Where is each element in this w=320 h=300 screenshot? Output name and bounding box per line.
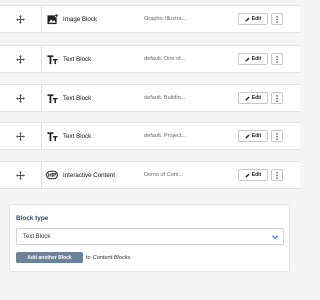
block-summary: Demo of Cont...	[144, 172, 184, 178]
block-type-label: Text Block	[63, 94, 92, 102]
block-row-text: Text Block default. One of... Edit	[0, 45, 300, 73]
text-icon	[46, 92, 58, 104]
edit-button-label: Edit	[251, 16, 262, 22]
block-type-label: Text Block	[63, 55, 92, 63]
block-summary: default. One of...	[144, 56, 186, 62]
text-icon	[46, 53, 58, 65]
block-type-label: Block type	[16, 215, 49, 222]
edit-button[interactable]: Edit	[238, 92, 268, 104]
pencil-icon	[245, 134, 250, 138]
edit-button-label: Edit	[251, 172, 262, 178]
vertical-ellipsis-icon	[276, 94, 278, 102]
block-type-label: Text Block	[63, 132, 92, 140]
text-icon	[46, 130, 58, 142]
more-options-button[interactable]	[271, 92, 283, 104]
h5p-icon	[46, 169, 58, 181]
pencil-icon	[245, 57, 250, 61]
edit-button[interactable]: Edit	[238, 169, 268, 181]
block-type-select[interactable]: Text Block	[16, 228, 284, 245]
vertical-ellipsis-icon	[276, 55, 278, 63]
block-row-text: Text Block default. Project... Edit	[0, 122, 300, 150]
drag-handle-icon[interactable]	[0, 85, 42, 111]
add-block-panel: Block type Text Block Add another Block …	[9, 204, 290, 272]
add-target-text: to Content Blocks	[86, 252, 130, 263]
block-summary: default. Project...	[144, 133, 186, 139]
drag-handle-icon[interactable]	[0, 46, 42, 72]
edit-button-label: Edit	[251, 133, 262, 139]
edit-button[interactable]: Edit	[238, 53, 268, 65]
block-row-image: Image Block Graphic Illustra... Edit	[0, 5, 300, 33]
block-row-interactive: Interactive Content Demo of Cont... Edit	[0, 161, 300, 189]
block-type-label: Image Block	[63, 15, 98, 23]
image-icon	[46, 13, 58, 25]
edit-button[interactable]: Edit	[238, 130, 268, 142]
block-type-label: Interactive Content	[63, 171, 115, 179]
edit-button-label: Edit	[251, 56, 262, 62]
drag-handle-icon[interactable]	[0, 123, 42, 149]
block-row-text: Text Block default. Buildin... Edit	[0, 84, 300, 112]
add-another-block-button[interactable]: Add another Block	[16, 252, 83, 263]
vertical-ellipsis-icon	[276, 15, 278, 23]
block-summary: default. Buildin...	[144, 95, 186, 101]
block-summary: Graphic Illustra...	[144, 16, 187, 22]
drag-handle-icon[interactable]	[0, 162, 42, 188]
more-options-button[interactable]	[271, 13, 283, 25]
more-options-button[interactable]	[271, 169, 283, 181]
target-collection-name: Content Blocks	[92, 254, 131, 261]
vertical-ellipsis-icon	[276, 171, 278, 179]
edit-button[interactable]: Edit	[238, 13, 268, 25]
pencil-icon	[245, 17, 250, 21]
block-type-selected-value: Text Block	[23, 233, 51, 240]
vertical-ellipsis-icon	[276, 132, 278, 140]
to-text: to	[86, 254, 91, 261]
more-options-button[interactable]	[271, 53, 283, 65]
drag-handle-icon[interactable]	[0, 6, 42, 32]
pencil-icon	[245, 173, 250, 177]
edit-button-label: Edit	[251, 95, 262, 101]
chevron-down-icon	[272, 235, 278, 239]
more-options-button[interactable]	[271, 130, 283, 142]
pencil-icon	[245, 96, 250, 100]
